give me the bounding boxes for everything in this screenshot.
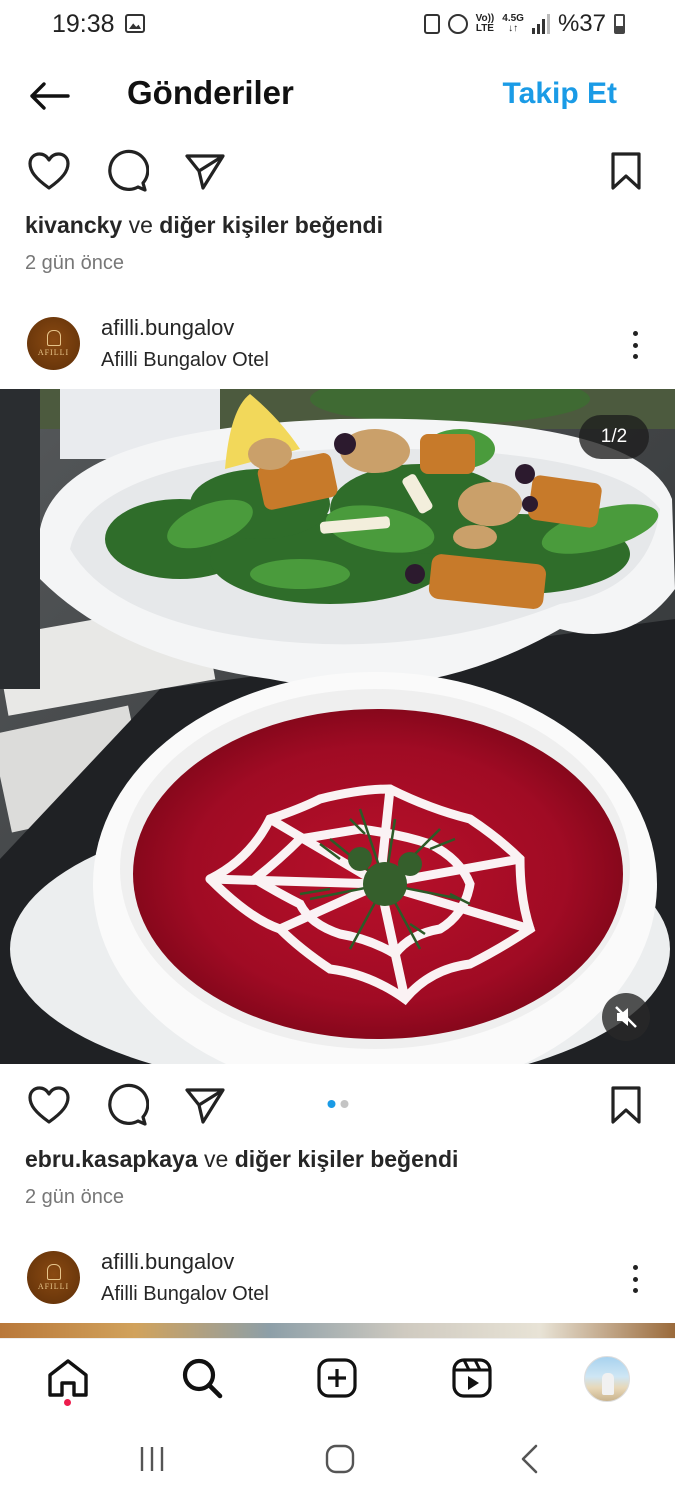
save-button[interactable] <box>603 1082 649 1128</box>
bookmark-icon <box>611 1086 641 1124</box>
likes-connector: ve <box>128 212 153 238</box>
liked-by-user[interactable]: kivancky <box>25 212 122 238</box>
post-username[interactable]: afilli.bungalov <box>101 315 234 341</box>
carousel-dot <box>340 1100 348 1108</box>
post-time: 2 gün önce <box>25 252 124 274</box>
recents-button[interactable] <box>132 1442 172 1476</box>
likes-connector: ve <box>204 1146 229 1172</box>
status-bar: 19:38 Vo)) LTE 4.5G ↓↑ %37 <box>0 0 675 50</box>
notification-dot <box>64 1399 71 1406</box>
system-back-button[interactable] <box>510 1442 550 1476</box>
more-options-button[interactable] <box>625 325 645 365</box>
data-arrows-label: ↓↑ <box>508 23 519 34</box>
home-circle-icon <box>325 1444 355 1474</box>
post-header: AFILLI afilli.bungalov Afilli Bungalov O… <box>0 1237 675 1317</box>
nav-create[interactable] <box>312 1353 362 1403</box>
share-button[interactable] <box>182 148 228 194</box>
back-chevron-icon <box>521 1444 538 1474</box>
volte-indicator: Vo)) LTE <box>476 14 495 34</box>
system-home-button[interactable] <box>320 1442 360 1476</box>
nfc-icon <box>423 14 440 34</box>
avatar-logo-text: AFILLI <box>37 348 70 357</box>
top-app-bar: Gönderiler Takip Et <box>0 60 675 132</box>
battery-percent: %37 <box>557 10 606 37</box>
dot <box>632 331 638 336</box>
comment-button[interactable] <box>104 1082 150 1128</box>
likes-others[interactable]: diğer kişiler beğendi <box>235 1146 459 1172</box>
muted-speaker-icon <box>615 1006 637 1028</box>
post-header: AFILLI afilli.bungalov Afilli Bungalov O… <box>0 303 675 383</box>
battery-icon <box>614 14 625 34</box>
network-gen-indicator: 4.5G ↓↑ <box>502 14 524 34</box>
mute-button[interactable] <box>602 993 650 1041</box>
reels-icon <box>452 1358 492 1398</box>
back-button[interactable] <box>28 78 72 114</box>
post-username[interactable]: afilli.bungalov <box>101 1249 234 1275</box>
nav-home[interactable] <box>43 1353 93 1403</box>
back-arrow-icon <box>30 82 70 110</box>
nav-reels[interactable] <box>447 1353 497 1403</box>
liked-by-user[interactable]: ebru.kasapkaya <box>25 1146 198 1172</box>
heart-icon <box>28 152 70 190</box>
post-location[interactable]: Afilli Bungalov Otel <box>101 349 269 372</box>
post-image[interactable]: 1/2 <box>0 389 675 1064</box>
more-options-button[interactable] <box>625 1259 645 1299</box>
comment-icon <box>108 1083 149 1126</box>
gallery-icon <box>125 14 145 33</box>
avatar-logo-text: AFILLI <box>37 1282 70 1291</box>
nav-search[interactable] <box>177 1353 227 1403</box>
home-icon <box>48 1359 88 1397</box>
search-icon <box>182 1358 223 1399</box>
alarm-icon <box>447 14 468 34</box>
status-time: 19:38 <box>52 10 115 38</box>
bookmark-icon <box>611 152 641 190</box>
send-icon <box>185 1088 225 1124</box>
comment-icon <box>108 149 149 192</box>
afilli-logo-icon <box>46 1264 61 1280</box>
likes-summary: kivancky ve diğer kişiler beğendi <box>25 212 383 239</box>
likes-others[interactable]: diğer kişiler beğendi <box>159 212 383 238</box>
carousel-dot-active <box>327 1100 335 1108</box>
food-photo <box>0 389 675 1064</box>
next-post-image[interactable] <box>0 1323 675 1338</box>
likes-summary: ebru.kasapkaya ve diğer kişiler beğendi <box>25 1146 458 1173</box>
create-icon <box>317 1358 357 1398</box>
dot <box>632 342 638 348</box>
save-button[interactable] <box>603 148 649 194</box>
page-title: Gönderiler <box>127 74 294 111</box>
comment-button[interactable] <box>104 148 150 194</box>
carousel-indicator <box>327 1100 348 1108</box>
lte-label: LTE <box>475 23 494 34</box>
signal-icon <box>531 14 550 34</box>
follow-button[interactable]: Takip Et <box>503 77 617 111</box>
like-button[interactable] <box>26 148 72 194</box>
dot <box>632 1265 638 1270</box>
post-time: 2 gün önce <box>25 1186 124 1208</box>
recents-icon <box>140 1447 164 1471</box>
account-avatar[interactable]: AFILLI <box>27 317 80 370</box>
send-icon <box>185 154 225 190</box>
share-button[interactable] <box>182 1082 228 1128</box>
dot <box>632 1276 638 1282</box>
post-actions-1 <box>0 140 675 200</box>
profile-avatar[interactable] <box>584 1356 630 1402</box>
post-actions-2 <box>0 1074 675 1134</box>
account-avatar[interactable]: AFILLI <box>27 1251 80 1304</box>
dot <box>632 354 638 359</box>
dot <box>632 1288 638 1293</box>
status-indicators: Vo)) LTE 4.5G ↓↑ %37 <box>423 10 625 38</box>
system-navigation-bar <box>0 1418 675 1500</box>
afilli-logo-icon <box>46 330 61 346</box>
like-button[interactable] <box>26 1082 72 1128</box>
bottom-navigation <box>0 1338 675 1418</box>
post-location[interactable]: Afilli Bungalov Otel <box>101 1283 269 1306</box>
heart-icon <box>28 1086 70 1124</box>
image-counter: 1/2 <box>579 415 649 459</box>
